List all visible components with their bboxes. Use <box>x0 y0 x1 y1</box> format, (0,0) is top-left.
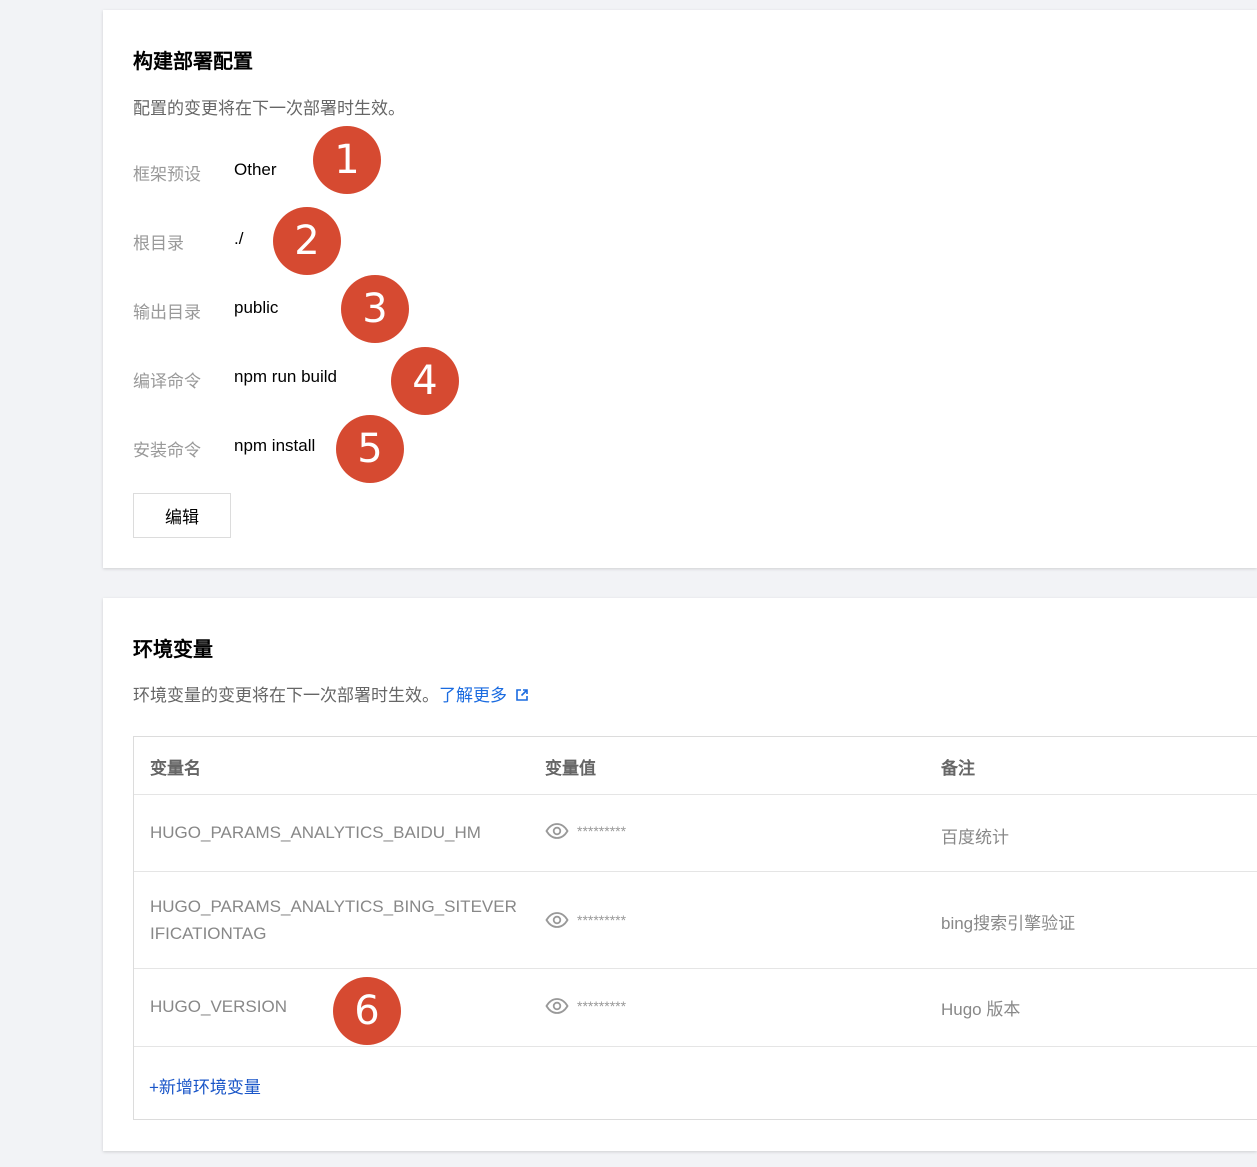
env-var-name: HUGO_PARAMS_ANALYTICS_BING_SITEVERIFICAT… <box>150 897 517 943</box>
table-row: HUGO_PARAMS_ANALYTICS_BAIDU_HM *********… <box>134 795 1257 872</box>
marker-3: 3 <box>341 275 409 343</box>
eye-icon[interactable] <box>545 823 569 839</box>
env-var-note: Hugo 版本 <box>941 1000 1021 1019</box>
env-vars-desc-text: 环境变量的变更将在下一次部署时生效。 <box>133 686 439 705</box>
build-command-value: npm run build <box>234 367 338 386</box>
env-var-note: bing搜索引擎验证 <box>941 914 1076 933</box>
masked-value: ********* <box>577 912 627 928</box>
env-vars-card: 环境变量 环境变量的变更将在下一次部署时生效。了解更多 变量名 变量值 备注 H… <box>103 598 1257 1151</box>
external-link-icon[interactable] <box>515 687 529 707</box>
column-header-value: 变量值 <box>545 759 596 778</box>
framework-preset-label: 框架预设 <box>133 165 201 184</box>
masked-value: ********* <box>577 823 627 839</box>
marker-1: 1 <box>313 126 381 194</box>
marker-5: 5 <box>336 415 404 483</box>
build-command-label: 编译命令 <box>133 372 201 391</box>
eye-icon[interactable] <box>545 998 569 1014</box>
env-vars-table: 变量名 变量值 备注 HUGO_PARAMS_ANALYTICS_BAIDU_H… <box>133 736 1257 1120</box>
output-dir-label: 输出目录 <box>133 303 201 322</box>
add-env-var-link[interactable]: +新增环境变量 <box>149 1073 261 1098</box>
column-header-note: 备注 <box>941 759 975 778</box>
framework-preset-value: Other <box>234 160 277 179</box>
env-var-name: HUGO_PARAMS_ANALYTICS_BAIDU_HM <box>150 823 481 842</box>
build-config-card: 构建部署配置 配置的变更将在下一次部署时生效。 框架预设 Other 根目录 .… <box>103 10 1257 568</box>
eye-icon[interactable] <box>545 912 569 928</box>
root-dir-value: ./ <box>234 229 244 248</box>
output-dir-value: public <box>234 298 279 317</box>
marker-2: 2 <box>273 207 341 275</box>
table-header: 变量名 变量值 备注 <box>134 737 1257 795</box>
masked-value: ********* <box>577 998 627 1014</box>
install-command-value: npm install <box>234 436 316 455</box>
column-header-name: 变量名 <box>150 759 201 778</box>
env-var-value: ********* <box>545 823 626 839</box>
edit-button[interactable]: 编辑 <box>133 493 231 538</box>
env-var-note: 百度统计 <box>941 828 1009 847</box>
build-config-title: 构建部署配置 <box>133 51 253 73</box>
env-vars-title: 环境变量 <box>133 639 213 661</box>
marker-6: 6 <box>333 977 401 1045</box>
env-vars-desc: 环境变量的变更将在下一次部署时生效。了解更多 <box>133 681 529 707</box>
learn-more-link[interactable]: 了解更多 <box>439 686 507 705</box>
env-var-value: ********* <box>545 998 626 1014</box>
root-dir-label: 根目录 <box>133 234 184 253</box>
table-row: HUGO_VERSION ********* Hugo 版本 <box>134 969 1257 1047</box>
marker-4: 4 <box>391 347 459 415</box>
install-command-label: 安装命令 <box>133 441 201 460</box>
build-config-desc: 配置的变更将在下一次部署时生效。 <box>133 99 405 118</box>
env-var-value: ********* <box>545 912 626 928</box>
table-row: HUGO_PARAMS_ANALYTICS_BING_SITEVERIFICAT… <box>134 872 1257 969</box>
